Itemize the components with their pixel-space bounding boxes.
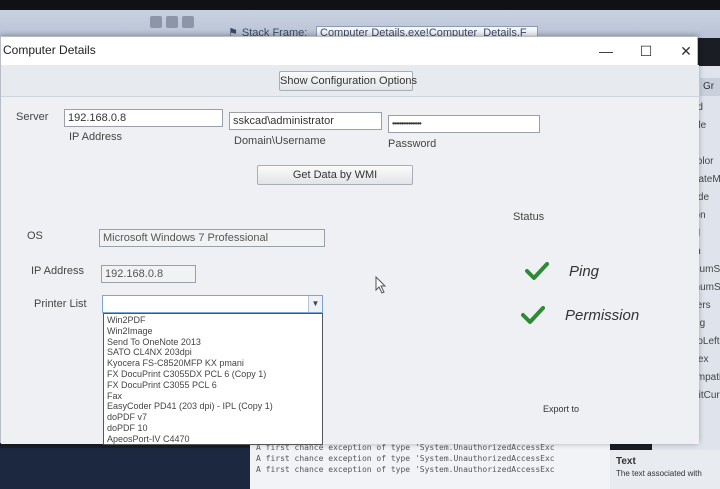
printer-option[interactable]: EasyCoder PD41 (203 dpi) - IPL (Copy 1) xyxy=(104,401,322,412)
output-line: A first chance exception of type 'System… xyxy=(256,454,555,463)
printer-list-label: Printer List xyxy=(34,298,87,310)
os-label: OS xyxy=(27,230,43,242)
ide-menu-strip xyxy=(0,0,720,10)
printer-option[interactable]: Win2PDF xyxy=(104,315,322,326)
password-caption: Password xyxy=(388,138,437,150)
computer-details-window: Computer Details — ☐ ✕ Show Configuratio… xyxy=(0,36,699,445)
printer-dropdown-list[interactable]: Win2PDF Win2Image Send To OneNote 2013 SATO… xyxy=(103,313,323,445)
output-line: A first chance exception of type 'System… xyxy=(256,465,555,474)
close-icon[interactable]: ✕ xyxy=(671,41,701,61)
username-caption: Domain\Username xyxy=(234,135,326,147)
property-description-title: Text xyxy=(616,456,636,467)
config-banner: Show Configuration Options xyxy=(1,65,699,97)
toolbar-icon[interactable] xyxy=(166,16,178,28)
ping-status: Ping xyxy=(525,261,599,281)
check-icon xyxy=(525,262,549,280)
title-bar[interactable]: Computer Details — ☐ ✕ xyxy=(1,37,697,65)
password-input[interactable]: •••••••••••••••• xyxy=(388,115,540,133)
printer-option[interactable]: doPDF v7 xyxy=(104,412,322,423)
get-data-by-wmi-button[interactable]: Get Data by WMI xyxy=(257,165,413,185)
show-config-button[interactable]: Show Configuration Options xyxy=(279,71,417,91)
printer-list-combo[interactable]: ▼ xyxy=(102,295,323,313)
minimize-icon[interactable]: — xyxy=(591,41,621,61)
toolbar-icon[interactable] xyxy=(150,16,162,28)
toolbar-icon[interactable] xyxy=(182,16,194,28)
property-description: Text The text associated with xyxy=(610,450,720,489)
maximize-icon[interactable]: ☐ xyxy=(631,41,661,61)
printer-option[interactable]: Fax xyxy=(104,391,322,402)
ip-field: 192.168.0.8 xyxy=(101,265,196,283)
printer-option[interactable]: ApeosPort-IV C4470 xyxy=(104,434,322,445)
printer-option[interactable]: Win2Image xyxy=(104,326,322,337)
window-title: Computer Details xyxy=(3,43,96,57)
permission-status-text: Permission xyxy=(565,306,640,324)
ip-address-caption: IP Address xyxy=(69,131,122,143)
printer-option[interactable]: doPDF 10 xyxy=(104,423,322,434)
chevron-down-icon[interactable]: ▼ xyxy=(308,296,322,312)
printer-option[interactable]: FX DocuPrint C3055DX PCL 6 (Copy 1) xyxy=(104,369,322,380)
check-icon xyxy=(521,306,545,324)
ide-bottom-panel xyxy=(0,448,250,489)
properties-header: Gr xyxy=(700,78,720,96)
server-label: Server xyxy=(16,111,49,123)
export-button[interactable]: Export to xyxy=(521,399,601,419)
printer-option[interactable]: Send To OneNote 2013 xyxy=(104,337,322,348)
output-window: A first chance exception of type 'System… xyxy=(250,440,610,489)
ide-toolbar-icons xyxy=(150,14,194,30)
printer-option[interactable]: Kyocera FS-C8520MFP KX pmani xyxy=(104,358,322,369)
mouse-cursor-icon xyxy=(375,276,387,294)
username-input[interactable]: sskcad\administrator xyxy=(229,112,382,130)
os-field: Microsoft Windows 7 Professional xyxy=(99,229,325,247)
status-label: Status xyxy=(513,211,545,223)
form-client-area: Show Configuration Options Server 192.16… xyxy=(1,65,699,445)
permission-status: Permission xyxy=(521,305,639,325)
printer-option[interactable]: SATO CL4NX 203dpi xyxy=(104,347,322,358)
printer-option[interactable]: FX DocuPrint C3055 PCL 6 xyxy=(104,380,322,391)
property-description-text: The text associated with xyxy=(616,469,702,478)
ping-status-text: Ping xyxy=(569,262,600,280)
ip-address-input[interactable]: 192.168.0.8 xyxy=(64,109,223,127)
ip-label: IP Address xyxy=(31,265,84,277)
